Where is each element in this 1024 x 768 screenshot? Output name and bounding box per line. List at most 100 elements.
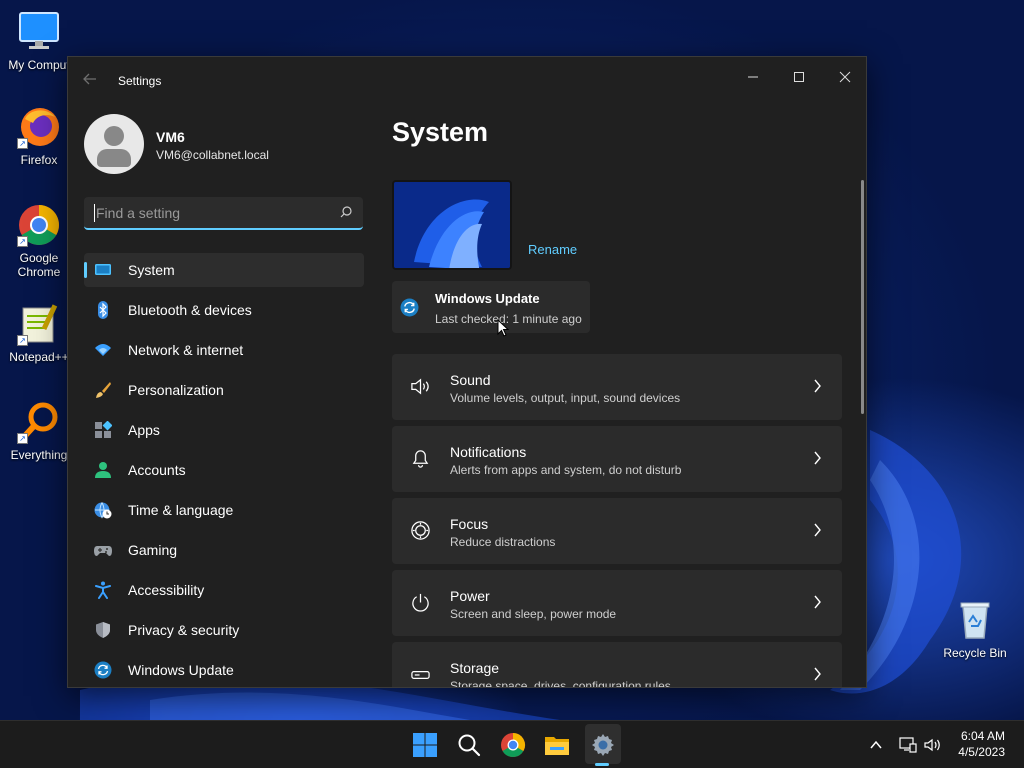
chrome-icon[interactable] bbox=[498, 730, 528, 760]
card-description: Volume levels, output, input, sound devi… bbox=[450, 391, 681, 405]
card-power[interactable]: Power Screen and sleep, power mode bbox=[392, 570, 842, 636]
settings-cards: Sound Volume levels, output, input, soun… bbox=[392, 354, 842, 688]
back-arrow-icon[interactable] bbox=[82, 71, 100, 89]
brush-icon bbox=[96, 382, 111, 398]
user-name: VM6 bbox=[156, 129, 185, 145]
sidebar-item-time-language[interactable]: Time & language bbox=[84, 493, 364, 527]
sidebar-item-label: Accounts bbox=[128, 462, 186, 478]
sidebar-item-label: Accessibility bbox=[128, 582, 205, 598]
accessibility-icon bbox=[95, 581, 111, 599]
window-title: Settings bbox=[118, 74, 162, 88]
chevron-up-icon[interactable] bbox=[869, 738, 883, 752]
sidebar-item-label: System bbox=[128, 262, 175, 278]
update-icon bbox=[400, 298, 419, 317]
sidebar-item-accounts[interactable]: Accounts bbox=[84, 453, 364, 487]
magnifier-icon: ↗ bbox=[17, 400, 61, 444]
update-icon bbox=[94, 661, 112, 679]
apps-icon bbox=[95, 421, 112, 438]
power-icon bbox=[412, 593, 429, 612]
gamepad-icon bbox=[94, 546, 112, 556]
sidebar-item-apps[interactable]: Apps bbox=[84, 413, 364, 447]
notepadpp-icon: ↗ bbox=[17, 302, 61, 346]
sidebar-item-label: Bluetooth & devices bbox=[128, 302, 252, 318]
card-storage[interactable]: Storage Storage space, drives, configura… bbox=[392, 642, 842, 688]
chrome-icon: ↗ bbox=[17, 203, 61, 247]
monitor-icon bbox=[17, 10, 61, 54]
storage-icon bbox=[411, 671, 430, 679]
shield-icon bbox=[96, 622, 110, 638]
minimize-button[interactable] bbox=[730, 63, 776, 95]
person-icon bbox=[95, 462, 111, 478]
sidebar-item-accessibility[interactable]: Accessibility bbox=[84, 573, 364, 607]
active-indicator bbox=[84, 262, 87, 278]
sidebar-item-bluetooth-devices[interactable]: Bluetooth & devices bbox=[84, 293, 364, 327]
shortcut-arrow-icon: ↗ bbox=[17, 335, 28, 346]
sidebar-item-privacy-security[interactable]: Privacy & security bbox=[84, 613, 364, 647]
sidebar-item-label: Windows Update bbox=[128, 662, 234, 678]
desktop-icon-label: Recycle Bin bbox=[943, 646, 1007, 660]
search-icon[interactable] bbox=[454, 730, 484, 760]
search-box[interactable] bbox=[84, 197, 363, 230]
desktop-icon-recycle-bin[interactable]: Recycle Bin bbox=[936, 598, 1014, 660]
display-icon bbox=[95, 264, 111, 275]
card-focus[interactable]: Focus Reduce distractions bbox=[392, 498, 842, 564]
shortcut-arrow-icon: ↗ bbox=[17, 433, 28, 444]
file-explorer-icon[interactable] bbox=[542, 730, 572, 760]
shortcut-arrow-icon: ↗ bbox=[17, 138, 28, 149]
content-scrollbar[interactable] bbox=[861, 180, 864, 414]
clock-date: 4/5/2023 bbox=[958, 745, 1005, 759]
chevron-right-icon bbox=[814, 667, 821, 681]
close-icon bbox=[839, 71, 851, 83]
sidebar-item-label: Time & language bbox=[128, 502, 234, 518]
rename-link[interactable]: Rename bbox=[528, 242, 577, 257]
volume-icon[interactable] bbox=[923, 736, 941, 754]
sidebar-item-label: Apps bbox=[128, 422, 160, 438]
network-icon[interactable] bbox=[899, 736, 917, 754]
sidebar-item-network-internet[interactable]: Network & internet bbox=[84, 333, 364, 367]
start-icon[interactable] bbox=[410, 730, 440, 760]
chevron-right-icon bbox=[814, 595, 821, 609]
search-input[interactable] bbox=[94, 204, 324, 222]
minimize-icon bbox=[748, 76, 758, 78]
title-bar[interactable]: Settings bbox=[68, 57, 866, 105]
taskbar-clock[interactable]: 6:04 AM 4/5/2023 bbox=[958, 728, 1005, 760]
search-icon[interactable] bbox=[339, 205, 353, 219]
maximize-button[interactable] bbox=[776, 63, 822, 95]
chevron-right-icon bbox=[814, 379, 821, 393]
settings-icon[interactable] bbox=[588, 730, 618, 760]
clock-time: 6:04 AM bbox=[960, 729, 1005, 743]
card-description: Reduce distractions bbox=[450, 535, 556, 549]
user-profile[interactable]: VM6 VM6@collabnet.local bbox=[84, 114, 364, 176]
bell-icon bbox=[412, 450, 429, 468]
card-title: Focus bbox=[450, 516, 489, 532]
sidebar-item-personalization[interactable]: Personalization bbox=[84, 373, 364, 407]
sidebar-item-label: Privacy & security bbox=[128, 622, 240, 638]
card-title: Power bbox=[450, 588, 490, 604]
speaker-icon bbox=[411, 378, 429, 395]
active-app-indicator bbox=[595, 763, 609, 766]
card-notifications[interactable]: Notifications Alerts from apps and syste… bbox=[392, 426, 842, 492]
wifi-icon bbox=[95, 344, 111, 356]
close-button[interactable] bbox=[822, 63, 866, 95]
windows-update-status-card[interactable]: Windows Update Last checked: 1 minute ag… bbox=[392, 281, 590, 333]
maximize-icon bbox=[794, 72, 804, 82]
focus-icon bbox=[411, 521, 430, 540]
shortcut-arrow-icon: ↗ bbox=[17, 236, 28, 247]
firefox-icon: ↗ bbox=[17, 105, 61, 149]
sidebar-item-system[interactable]: System bbox=[84, 253, 364, 287]
card-title: Notifications bbox=[450, 444, 527, 460]
sidebar-nav: System Bluetooth & devices Network & int… bbox=[84, 253, 364, 687]
sidebar-item-windows-update[interactable]: Windows Update bbox=[84, 653, 364, 687]
sidebar-item-label: Gaming bbox=[128, 542, 178, 558]
bluetooth-icon bbox=[98, 301, 108, 319]
card-sound[interactable]: Sound Volume levels, output, input, soun… bbox=[392, 354, 842, 420]
sidebar-item-label: Personalization bbox=[128, 382, 224, 398]
settings-window: Settings VM6 VM6@collabnet.local System bbox=[67, 56, 867, 688]
user-email: VM6@collabnet.local bbox=[156, 148, 269, 162]
wallpaper-thumbnail bbox=[394, 182, 510, 268]
card-description: Storage space, drives, configuration rul… bbox=[450, 679, 671, 688]
sidebar-item-gaming[interactable]: Gaming bbox=[84, 533, 364, 567]
card-description: Alerts from apps and system, do not dist… bbox=[450, 463, 682, 477]
chevron-right-icon bbox=[814, 523, 821, 537]
sidebar-item-label: Network & internet bbox=[128, 342, 244, 358]
